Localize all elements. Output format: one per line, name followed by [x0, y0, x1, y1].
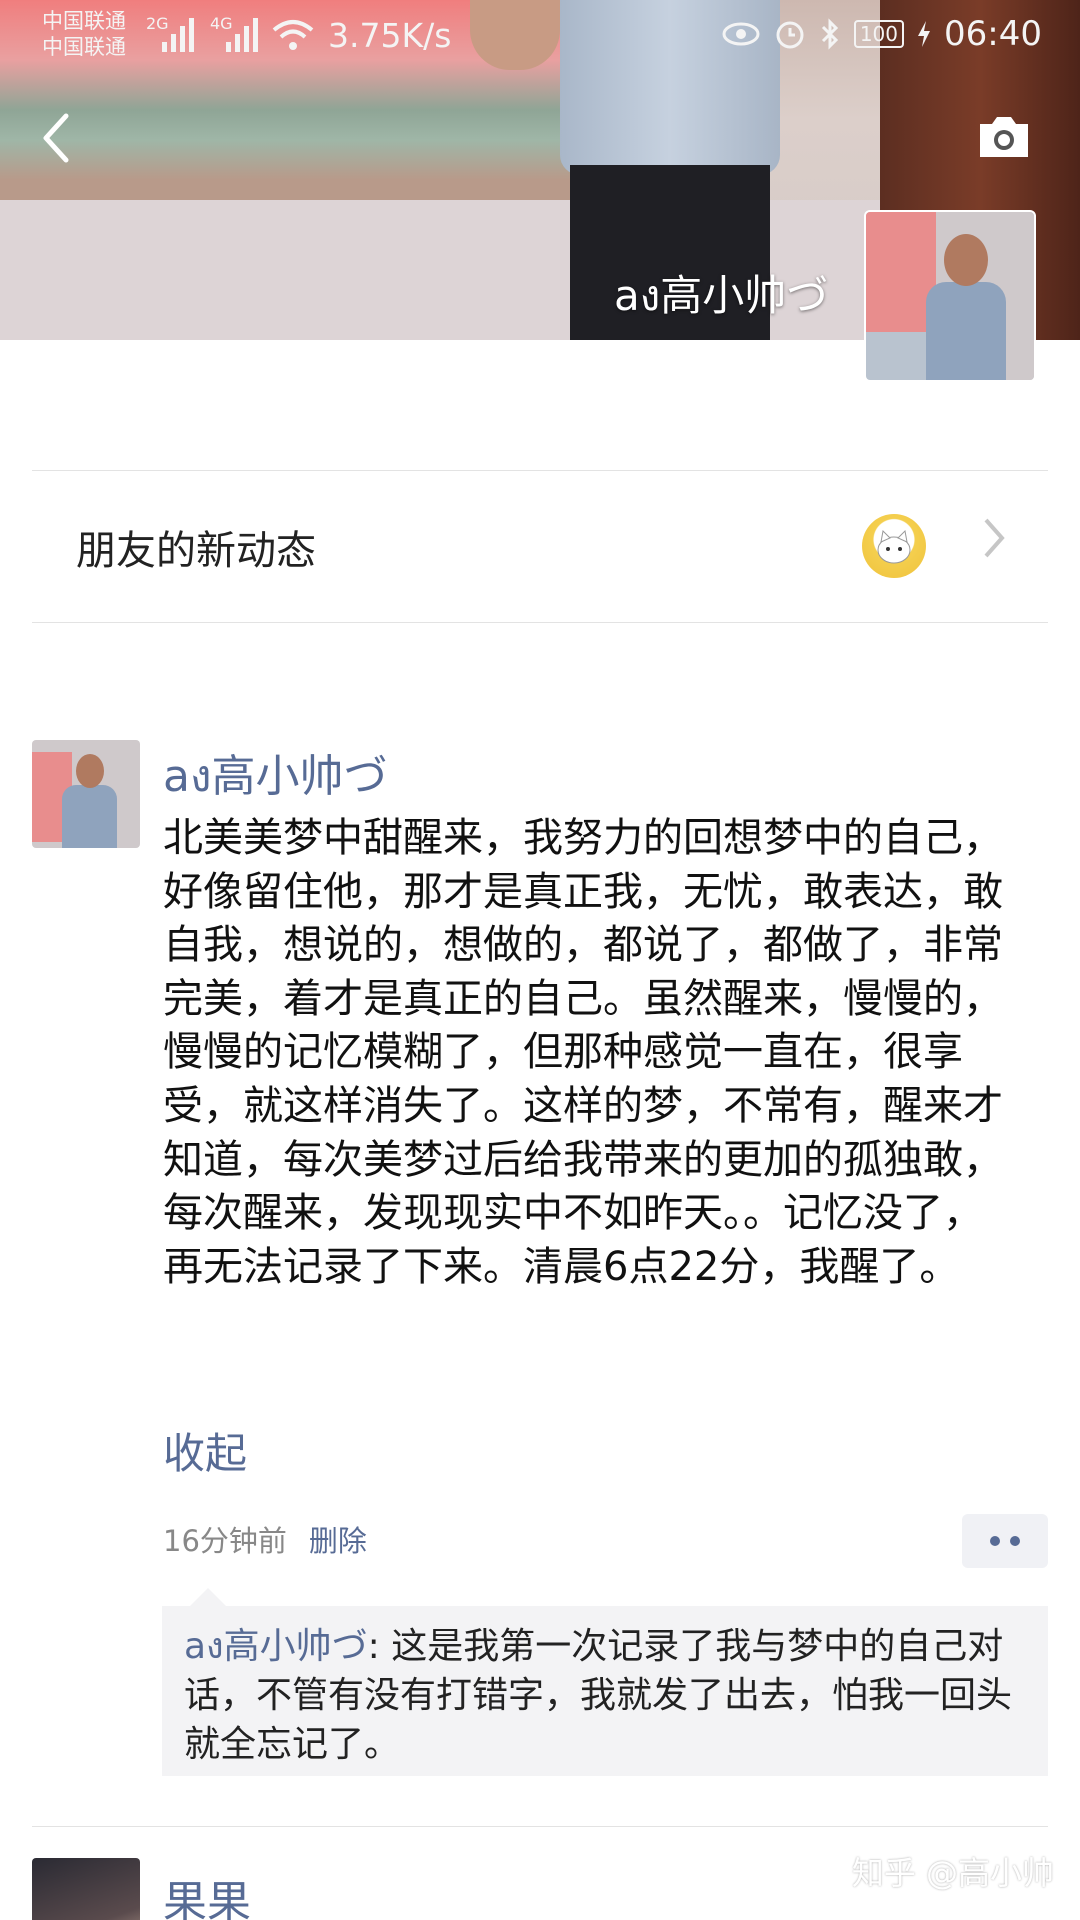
more-actions-button[interactable] [962, 1514, 1048, 1568]
next-post-author-name[interactable]: 果果 [163, 1866, 251, 1920]
carrier-names: 中国联通 中国联通 [42, 8, 126, 60]
post-body-text: 北美美梦中甜醒来，我努力的回想梦中的自己，好像留住他，那才是真正我，无忧，敢表达… [163, 815, 1003, 1290]
charging-icon [918, 21, 931, 47]
chevron-left-icon [43, 113, 69, 163]
signal-2-icon [226, 18, 258, 52]
divider-bottom [32, 622, 1048, 623]
more-dot-icon [1010, 1536, 1020, 1546]
post-author-avatar[interactable] [32, 740, 140, 848]
alarm-icon [776, 21, 804, 49]
carrier-1: 中国联通 [42, 9, 126, 33]
post-avatar-head [76, 754, 104, 788]
comment-author[interactable]: aง高小帅づ [184, 1626, 368, 1667]
avatar-body [926, 282, 1006, 380]
clock-time: 06:40 [944, 14, 1042, 54]
back-button[interactable] [36, 110, 86, 170]
camera-button[interactable] [976, 114, 1032, 160]
status-bar: 中国联通 中国联通 2G 4G 3.75K/s 100 06:40 [0, 0, 1080, 78]
post-avatar-body [62, 785, 117, 848]
bluetooth-icon [821, 18, 838, 50]
delete-link[interactable]: 删除 [309, 1524, 367, 1558]
friend-avatar [862, 514, 926, 578]
wifi-icon [272, 20, 314, 50]
chevron-right-icon [984, 518, 1005, 558]
comment-box[interactable]: aง高小帅づ: 这是我第一次记录了我与梦中的自己对话，不管有没有打错字，我就发了… [162, 1606, 1048, 1776]
cat-avatar-icon [877, 529, 911, 564]
watermark: 知乎 @高小帅 [851, 1854, 1054, 1892]
divider-next-post [32, 1826, 1048, 1827]
post-author-name[interactable]: aง高小帅づ [163, 740, 387, 811]
comment-separator: : [367, 1626, 392, 1667]
cover-user-name: aง高小帅づ [614, 271, 829, 320]
friends-activity-row[interactable]: 朋友的新动态 [32, 470, 1048, 622]
comment-arrow [190, 1588, 226, 1606]
signal-1-icon [162, 18, 194, 52]
moments-page: 中国联通 中国联通 2G 4G 3.75K/s 100 06:40 aง高小帅づ… [0, 0, 1080, 1920]
status-right-group: 100 06:40 [722, 14, 1042, 54]
eye-comfort-icon [722, 22, 760, 46]
battery-indicator: 100 [853, 20, 905, 48]
avatar-head [944, 234, 988, 286]
collapse-link[interactable]: 收起 [163, 1420, 247, 1481]
more-dot-icon [990, 1536, 1000, 1546]
camera-icon [980, 117, 1028, 157]
profile-avatar[interactable] [864, 210, 1036, 382]
post-time: 16分钟前 [163, 1524, 287, 1558]
friends-activity-label: 朋友的新动态 [76, 528, 316, 574]
post-meta-row: 16分钟前 删除 [163, 1518, 367, 1560]
next-post-avatar[interactable] [32, 1858, 140, 1920]
network-speed: 3.75K/s [328, 16, 452, 55]
carrier-2: 中国联通 [42, 35, 126, 59]
